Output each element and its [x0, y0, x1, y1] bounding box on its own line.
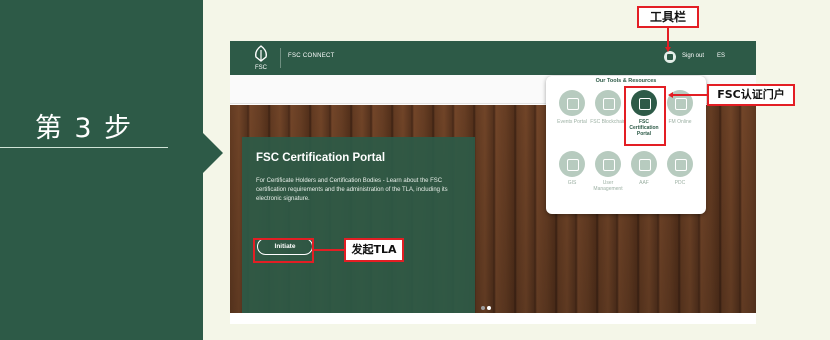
- portal-highlight: [624, 86, 666, 146]
- tree-logo-icon: [255, 45, 267, 62]
- map-icon: [559, 151, 585, 177]
- brand-name: FSC CONNECT: [288, 53, 335, 59]
- tool-label: GIS: [567, 180, 577, 186]
- hero-title: FSC Certification Portal: [256, 152, 386, 164]
- carousel-dots: [481, 297, 493, 315]
- tool-label: User Management: [593, 180, 623, 192]
- portal-callout: FSC认证门户: [707, 84, 795, 106]
- portal-pointer-arrowhead: [668, 92, 673, 98]
- carousel-dot[interactable]: [481, 306, 485, 310]
- toolbar-grid-icon[interactable]: [664, 51, 676, 63]
- portal-pointer-line: [673, 94, 708, 96]
- tool-events-portal[interactable]: Events Portal: [554, 90, 590, 125]
- toolbar-callout: 工具栏: [637, 6, 699, 28]
- tool-user-management[interactable]: User Management: [590, 151, 626, 192]
- step-underline: [0, 147, 168, 148]
- toolbar-pointer-arrowhead: [665, 47, 671, 52]
- initiate-highlight: [253, 238, 314, 263]
- form-icon: [631, 151, 657, 177]
- carousel-dot-active[interactable]: [487, 306, 491, 310]
- sign-out-link[interactable]: Sign out: [682, 53, 704, 59]
- blockchain-icon: [595, 90, 621, 116]
- users-icon: [595, 151, 621, 177]
- initiate-callout: 发起TLA: [344, 238, 404, 262]
- initiate-pointer-line: [314, 249, 344, 251]
- tool-pdc[interactable]: PDC: [662, 151, 698, 186]
- logo-divider: [280, 48, 281, 68]
- tool-gis[interactable]: GIS: [554, 151, 590, 186]
- tool-aaf[interactable]: AAF: [626, 151, 662, 186]
- logo-text: FSC: [255, 65, 267, 71]
- top-navbar: FSC FSC CONNECT Sign out ES: [230, 41, 756, 75]
- dropdown-title: Our Tools & Resources: [595, 78, 657, 84]
- fsc-logo[interactable]: FSC: [250, 45, 272, 71]
- tool-label: PDC: [674, 180, 686, 186]
- tool-label: Events Portal: [557, 119, 587, 125]
- footer-strip: [230, 313, 756, 324]
- hero-panel: FSC Certification Portal For Certificate…: [242, 137, 475, 313]
- tool-fsc-blockchain[interactable]: FSC Blockchain: [590, 90, 626, 125]
- step-arrow: [203, 133, 223, 173]
- hero-description: For Certificate Holders and Certificatio…: [256, 178, 448, 202]
- step-title: 第 3 步: [34, 113, 134, 144]
- tool-label: AAF: [639, 180, 649, 186]
- calendar-icon: [559, 90, 585, 116]
- tool-label: FM Online: [668, 119, 692, 125]
- database-icon: [667, 151, 693, 177]
- tool-label: FSC Blockchain: [590, 119, 626, 125]
- toolbar-pointer-line: [667, 28, 669, 48]
- step-panel: [0, 0, 203, 340]
- language-switch[interactable]: ES: [717, 53, 725, 59]
